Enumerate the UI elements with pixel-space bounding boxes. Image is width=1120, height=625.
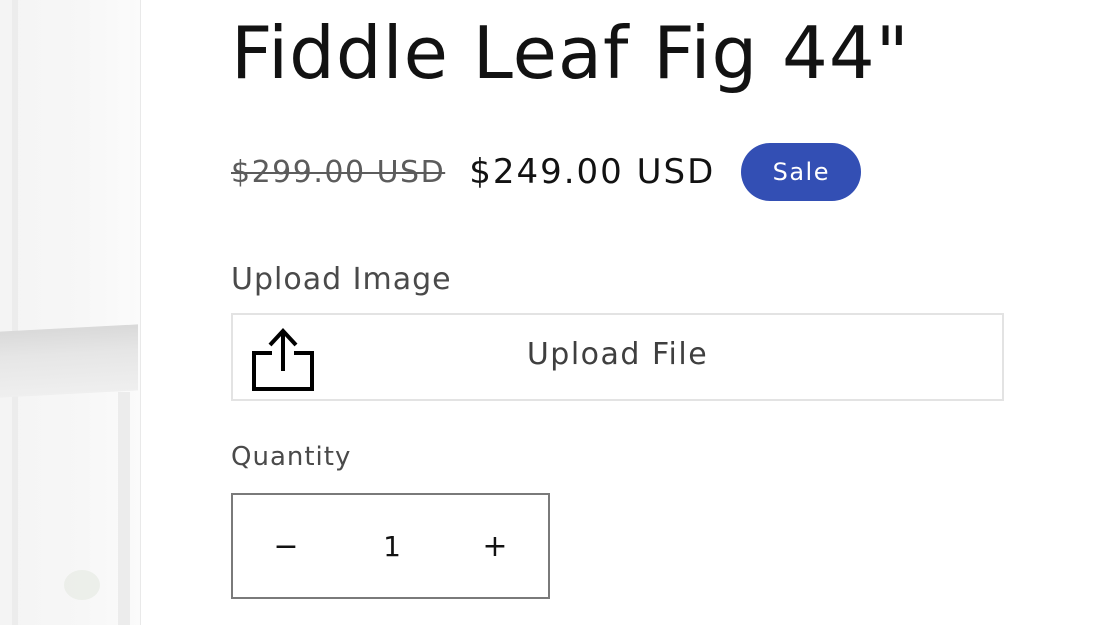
- product-title: Fiddle Leaf Fig 44": [231, 11, 910, 95]
- quantity-input[interactable]: 1: [339, 495, 445, 597]
- upload-file-label: Upload File: [526, 337, 709, 372]
- image-plant-leaf: [64, 570, 100, 600]
- quantity-stepper: − 1 +: [231, 493, 550, 599]
- image-window-post: [118, 392, 130, 625]
- compare-at-price: $299.00 USD: [231, 154, 446, 190]
- product-page: Fiddle Leaf Fig 44" $299.00 USD $249.00 …: [0, 0, 1120, 625]
- quantity-label: Quantity: [231, 442, 352, 472]
- image-window-frame: [12, 0, 18, 625]
- upload-file-button[interactable]: Upload File: [231, 313, 1004, 401]
- decrease-quantity-button[interactable]: −: [233, 495, 339, 597]
- sale-price: $249.00 USD: [469, 152, 716, 192]
- upload-image-label: Upload Image: [231, 262, 452, 297]
- increase-quantity-button[interactable]: +: [442, 495, 548, 597]
- price-row: $299.00 USD $249.00 USD Sale: [231, 142, 862, 202]
- product-image[interactable]: [0, 0, 141, 625]
- sale-badge: Sale: [741, 143, 862, 201]
- image-window-sill: [0, 324, 138, 398]
